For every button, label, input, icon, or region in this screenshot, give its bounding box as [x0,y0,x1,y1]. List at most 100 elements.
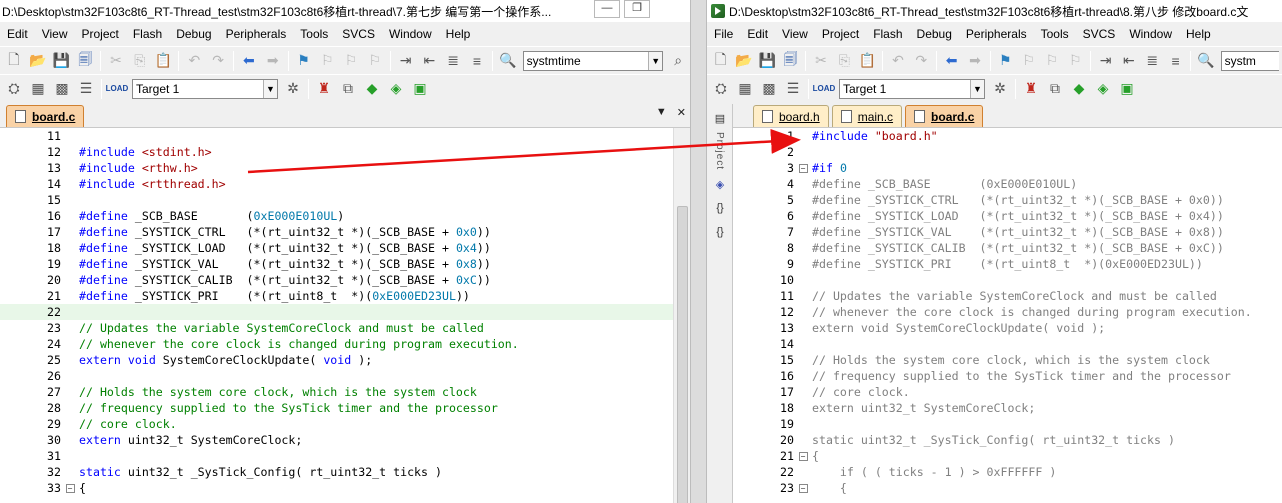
menu-svcs[interactable]: SVCS [1076,27,1123,41]
code-line[interactable]: 16 // frequency supplied to the SysTick t… [733,368,1282,384]
menu-flash[interactable]: Flash [126,27,169,41]
code-line[interactable]: 11 [0,128,690,144]
menu-edit[interactable]: Edit [0,27,35,41]
code-line[interactable]: 31 [0,448,690,464]
code-line[interactable]: 24 // whenever the core clock is changed … [0,336,690,352]
load-icon[interactable]: LOAD [106,78,129,100]
clear-bookmarks-icon[interactable]: ⚐ [1065,50,1086,72]
find-in-files-icon[interactable]: 🔍 [1195,50,1216,72]
chevron-down-icon[interactable]: ▼ [648,51,663,70]
code-line[interactable]: 12 // whenever the core clock is changed … [733,304,1282,320]
tab-board-c[interactable]: board.c [6,105,85,127]
tab-menu-chevron-icon[interactable]: ▼ [656,106,667,119]
menu-svcs[interactable]: SVCS [335,27,382,41]
menu-tools[interactable]: Tools [1034,27,1076,41]
target-combo[interactable]: Target 1 ▼ [839,78,985,99]
copy-icon[interactable]: ⎘ [129,50,151,72]
code-line[interactable]: 13 #include <rthw.h> [0,160,690,176]
functions-icon[interactable]: {} [710,198,730,218]
code-line[interactable]: 10 [733,272,1282,288]
comment-icon[interactable]: ≣ [442,50,464,72]
code-line[interactable]: 15 // Holds the system core clock, which … [733,352,1282,368]
nav-forward-icon[interactable]: ➡ [262,50,284,72]
code-line[interactable]: 6 #define _SYSTICK_LOAD (*(rt_uint32_t *)… [733,208,1282,224]
select-software-packs-icon[interactable]: ◈ [385,78,407,100]
chevron-down-icon[interactable]: ▼ [263,79,277,98]
code-line[interactable]: 14 [733,336,1282,352]
target-combo[interactable]: Target 1 ▼ [132,78,278,99]
clear-bookmarks-icon[interactable]: ⚐ [364,50,386,72]
chevron-down-icon[interactable]: ▼ [970,79,984,98]
prev-bookmark-icon[interactable]: ⚐ [1018,50,1039,72]
new-file-icon[interactable]: 🗋 [3,50,25,72]
code-line[interactable]: 20 static uint32_t _SysTick_Config( rt_ui… [733,432,1282,448]
code-line[interactable]: 14 #include <rtthread.h> [0,176,690,192]
code-line[interactable]: 25 extern void SystemCoreClockUpdate( voi… [0,352,690,368]
prev-bookmark-icon[interactable]: ⚐ [316,50,338,72]
menu-debug[interactable]: Debug [910,27,959,41]
manage-components-icon[interactable]: ♜ [313,78,335,100]
code-line[interactable]: 17 #define _SYSTICK_CTRL (*(rt_uint32_t *… [0,224,690,240]
bookmark-icon[interactable]: ⚑ [995,50,1016,72]
unindent-icon[interactable]: ⇤ [419,50,441,72]
menu-project[interactable]: Project [74,27,125,41]
restore-button[interactable]: ❐ [624,0,650,18]
code-line[interactable]: 9 #define _SYSTICK_PRI (*(rt_uint8_t *)(0… [733,256,1282,272]
tab-board-c[interactable]: board.c [905,105,984,127]
code-line[interactable]: 19 #define _SYSTICK_VAL (*(rt_uint32_t *)… [0,256,690,272]
code-line[interactable]: 22 [0,304,690,320]
code-line[interactable]: 33−{ [0,480,690,496]
rte-icon[interactable]: ▣ [409,78,431,100]
scrollbar-thumb[interactable] [677,206,688,503]
batch-build-icon[interactable]: ☰ [75,78,97,100]
find-in-files-icon[interactable]: 🔍 [497,50,519,72]
new-file-icon[interactable]: 🗋 [710,50,731,72]
indent-icon[interactable]: ⇥ [1095,50,1116,72]
build-icon[interactable]: ▦ [27,78,49,100]
load-icon[interactable]: LOAD [813,78,836,100]
file-extensions-icon[interactable]: ⧉ [337,78,359,100]
save-all-icon[interactable]: 🗐 [780,50,801,72]
save-icon[interactable]: 💾 [757,50,778,72]
code-line[interactable]: 17 // core clock. [733,384,1282,400]
code-line[interactable]: 23− { [733,480,1282,496]
rebuild-icon[interactable]: ▩ [51,78,73,100]
code-line[interactable]: 18 extern uint32_t SystemCoreClock; [733,400,1282,416]
build-icon[interactable]: ▦ [734,78,756,100]
open-folder-icon[interactable]: 📂 [27,50,49,72]
comment-icon[interactable]: ≣ [1142,50,1163,72]
menu-window[interactable]: Window [382,27,439,41]
code-line[interactable]: 5 #define _SYSTICK_CTRL (*(rt_uint32_t *)… [733,192,1282,208]
code-line[interactable]: 16 #define _SCB_BASE (0xE000E010UL) [0,208,690,224]
save-all-icon[interactable]: 🗐 [74,50,96,72]
code-line[interactable]: 19 [733,416,1282,432]
menu-view[interactable]: View [35,27,75,41]
menu-file[interactable]: File [707,27,740,41]
bookmark-icon[interactable]: ⚑ [293,50,315,72]
code-line[interactable]: 21−{ [733,448,1282,464]
menu-flash[interactable]: Flash [866,27,909,41]
next-bookmark-icon[interactable]: ⚐ [1041,50,1062,72]
code-line[interactable]: 4 #define _SCB_BASE (0xE000E010UL) [733,176,1282,192]
code-line[interactable]: 1 #include "board.h" [733,128,1282,144]
pack-installer-icon[interactable]: ◆ [361,78,383,100]
paste-icon[interactable]: 📋 [857,50,878,72]
code-line[interactable]: 29 // core clock. [0,416,690,432]
project-window-icon[interactable]: ▤ [710,108,730,128]
window-splitter[interactable] [690,0,707,503]
code-line[interactable]: 11 // Updates the variable SystemCoreCloc… [733,288,1282,304]
left-code-editor[interactable]: 11 12 #include <stdint.h> 13 #include <rthw.… [0,128,690,503]
paste-icon[interactable]: 📋 [153,50,175,72]
cut-icon[interactable]: ✂ [105,50,127,72]
menu-help[interactable]: Help [439,27,478,41]
rebuild-icon[interactable]: ▩ [758,78,780,100]
code-line[interactable]: 18 #define _SYSTICK_LOAD (*(rt_uint32_t *… [0,240,690,256]
code-line[interactable]: 20 #define _SYSTICK_CALIB (*(rt_uint32_t … [0,272,690,288]
indent-icon[interactable]: ⇥ [395,50,417,72]
code-line[interactable]: 22 if ( ( ticks - 1 ) > 0xFFFFFF ) [733,464,1282,480]
next-bookmark-icon[interactable]: ⚐ [340,50,362,72]
pack-installer-icon[interactable]: ◆ [1068,78,1090,100]
close-tab-icon[interactable]: ✕ [677,106,686,119]
code-line[interactable]: 30 extern uint32_t SystemCoreClock; [0,432,690,448]
nav-back-icon[interactable]: ⬅ [941,50,962,72]
